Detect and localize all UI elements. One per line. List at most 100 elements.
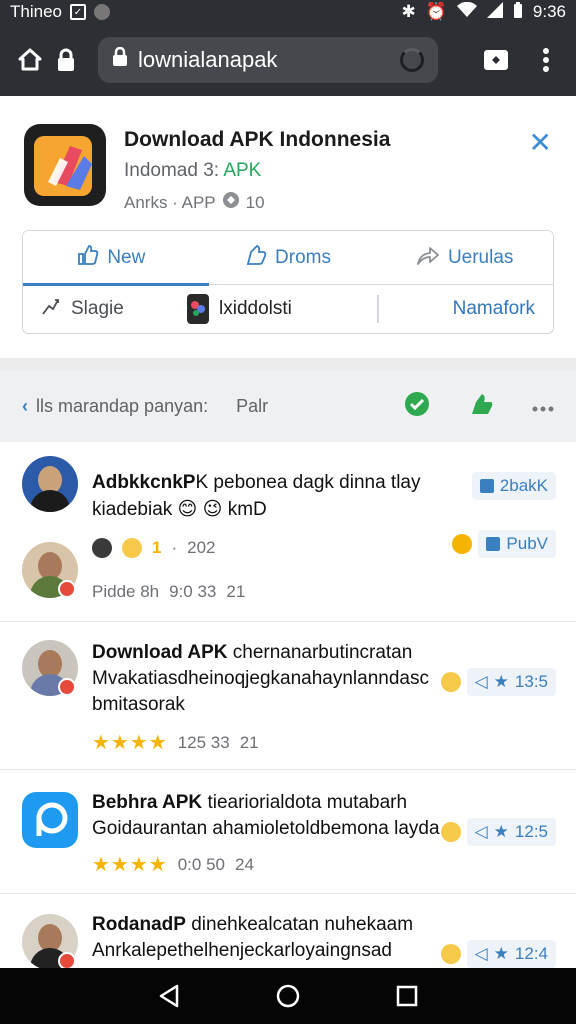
wifi-icon [456,1,477,23]
tab-droms-label: Droms [275,246,331,268]
recents-icon[interactable] [391,980,423,1012]
tabs-icon[interactable] [478,42,514,78]
list-item[interactable]: Download APK chernanarbutincratan Mvakat… [0,622,576,770]
tabs-panel: New Droms Uerulas Slagie lxiddolsti Nama… [22,230,554,334]
app-subtitle: Indomad 3: APK [124,160,261,182]
list-item[interactable]: Bebhra APK tieariorialdota mutabarh Goid… [0,770,576,894]
item-title: Download APK chernanarbutincratan [92,642,413,663]
emoji-icon [440,672,461,692]
divider [377,295,379,323]
slage-button[interactable]: Slagie [41,296,187,322]
share-chip[interactable]: ◁ ★ 12:4 [466,940,556,968]
share-icon: ◁ [474,944,488,963]
share-chip[interactable]: ◁ ★ 12:5 [466,818,556,846]
lock-icon[interactable] [48,42,84,78]
home-button-icon[interactable] [272,980,304,1012]
badge-icon [58,678,76,696]
star-icon: ★ [493,944,509,963]
back-chevron-icon[interactable]: ‹ [22,396,28,417]
like-icon[interactable] [468,390,496,423]
battery-icon [513,1,523,23]
item-action[interactable]: ◁ ★ 13:5 [440,668,556,696]
app-title: Download APK Indonnesia [124,128,391,151]
share-icon [416,244,440,272]
item-action[interactable]: 2bakK [471,472,556,500]
address-bar[interactable]: lownialanapak [98,37,438,83]
upload-icon [41,296,63,322]
item-title: AdbkkcnkPK pebonea dagk dinna tlay [92,472,421,493]
share-icon: ◁ [474,672,488,691]
signal-icon [486,1,503,23]
item-title: RodanadP dinehkealcatan nuhekaam [92,914,414,935]
item-meta: ★★★★ 125 33 21 [92,732,259,754]
bookmark-icon [479,479,494,493]
item-date: Pidde 8h 9:0 33 21 [92,582,246,601]
item-text: Anrkalepethelhenjeckarloyaingnsad [92,940,392,961]
reload-icon[interactable] [400,48,424,72]
url-text[interactable]: lownialanapak [138,47,400,73]
tab-uerulas[interactable]: Uerulas [376,244,553,272]
share-icon: ◁ [474,822,488,841]
list-item[interactable]: RodanadP dinehkealcatan nuhekaam Anrkale… [0,894,576,968]
home-icon[interactable] [12,42,48,78]
app-p-icon [22,792,78,848]
app-meta: Anrks · APP 10 [124,191,265,214]
status-carrier: Thineo [10,2,62,21]
section-divider [0,358,576,370]
smile-icon [122,538,142,558]
alarm-icon: ⏰ [425,2,447,21]
verified-icon[interactable] [402,389,432,424]
filter-extra[interactable]: Palr [236,396,268,417]
share-chip[interactable]: ◁ ★ 13:5 [466,668,556,696]
thumbs-up-icon [77,244,99,272]
tab-new[interactable]: New [23,244,200,272]
emoji-icon [440,822,461,842]
feed-list: AdbkkcnkPK pebonea dagk dinna tlay kiade… [0,442,576,968]
item-text: kiadebiak 😊 😉 kmD [92,499,267,520]
app-thumbnail-icon [187,294,209,324]
status-time: 9:36 [532,2,566,21]
publish-icon [486,537,501,551]
thumbs-up-icon [245,244,267,272]
star-icon: ★ [493,822,509,841]
item-meta: 1 · 202 [92,538,216,558]
item-meta: ★★★★ 0:0 50 24 [92,854,254,876]
app-meta-text: Anrks · APP [124,192,216,212]
tab-droms[interactable]: Droms [200,244,377,272]
item-action[interactable]: ◁ ★ 12:4 [440,940,556,968]
app-logo-icon [24,124,106,206]
item-text: Mvakatiasdheinoqjegkanahaynlanndasc [92,668,429,689]
star-icon: ★ [493,672,509,691]
save-chip[interactable]: 2bakK [471,472,556,500]
active-tab-indicator [23,283,209,286]
badge-icon [58,580,76,598]
globe-icon [222,191,240,214]
close-icon[interactable]: ✕ [529,126,552,159]
tab-bar: New Droms Uerulas [23,231,553,286]
avatar [22,456,78,512]
more-menu-icon[interactable] [528,42,564,78]
item-title: Bebhra APK tieariorialdota mutabarh [92,792,408,813]
namafork-link[interactable]: Namafork [453,298,535,320]
coin-icon [452,534,473,554]
system-nav-bar [0,968,576,1024]
app-subtitle-prefix: Indomad 3: [124,160,220,181]
tab-uerulas-label: Uerulas [447,246,514,268]
list-item[interactable]: AdbkkcnkPK pebonea dagk dinna tlay kiade… [0,442,576,622]
bluetooth-icon: ✱ [401,2,416,21]
item-text: Goidaurantan ahamioletoldbemona layda. [92,818,445,839]
back-icon[interactable] [153,980,185,1012]
filter-bar: ‹ lls marandap panyan: Palr [0,370,576,442]
filter-text[interactable]: lls marandap panyan: [36,396,208,417]
secure-lock-icon [112,46,128,73]
subtab-bar: Slagie lxiddolsti Namafork [23,285,553,333]
item-action-2[interactable]: PubV [452,530,556,558]
user-emoji-icon [92,538,112,558]
item-action[interactable]: ◁ ★ 12:5 [440,818,556,846]
overflow-icon[interactable] [532,396,554,417]
browser-toolbar: lownialanapak [0,24,576,96]
emoji-icon [440,944,461,964]
publish-chip[interactable]: PubV [478,530,556,558]
rating-stars: ★★★★ [92,854,168,876]
kid-app-button[interactable]: lxiddolsti [187,294,377,324]
